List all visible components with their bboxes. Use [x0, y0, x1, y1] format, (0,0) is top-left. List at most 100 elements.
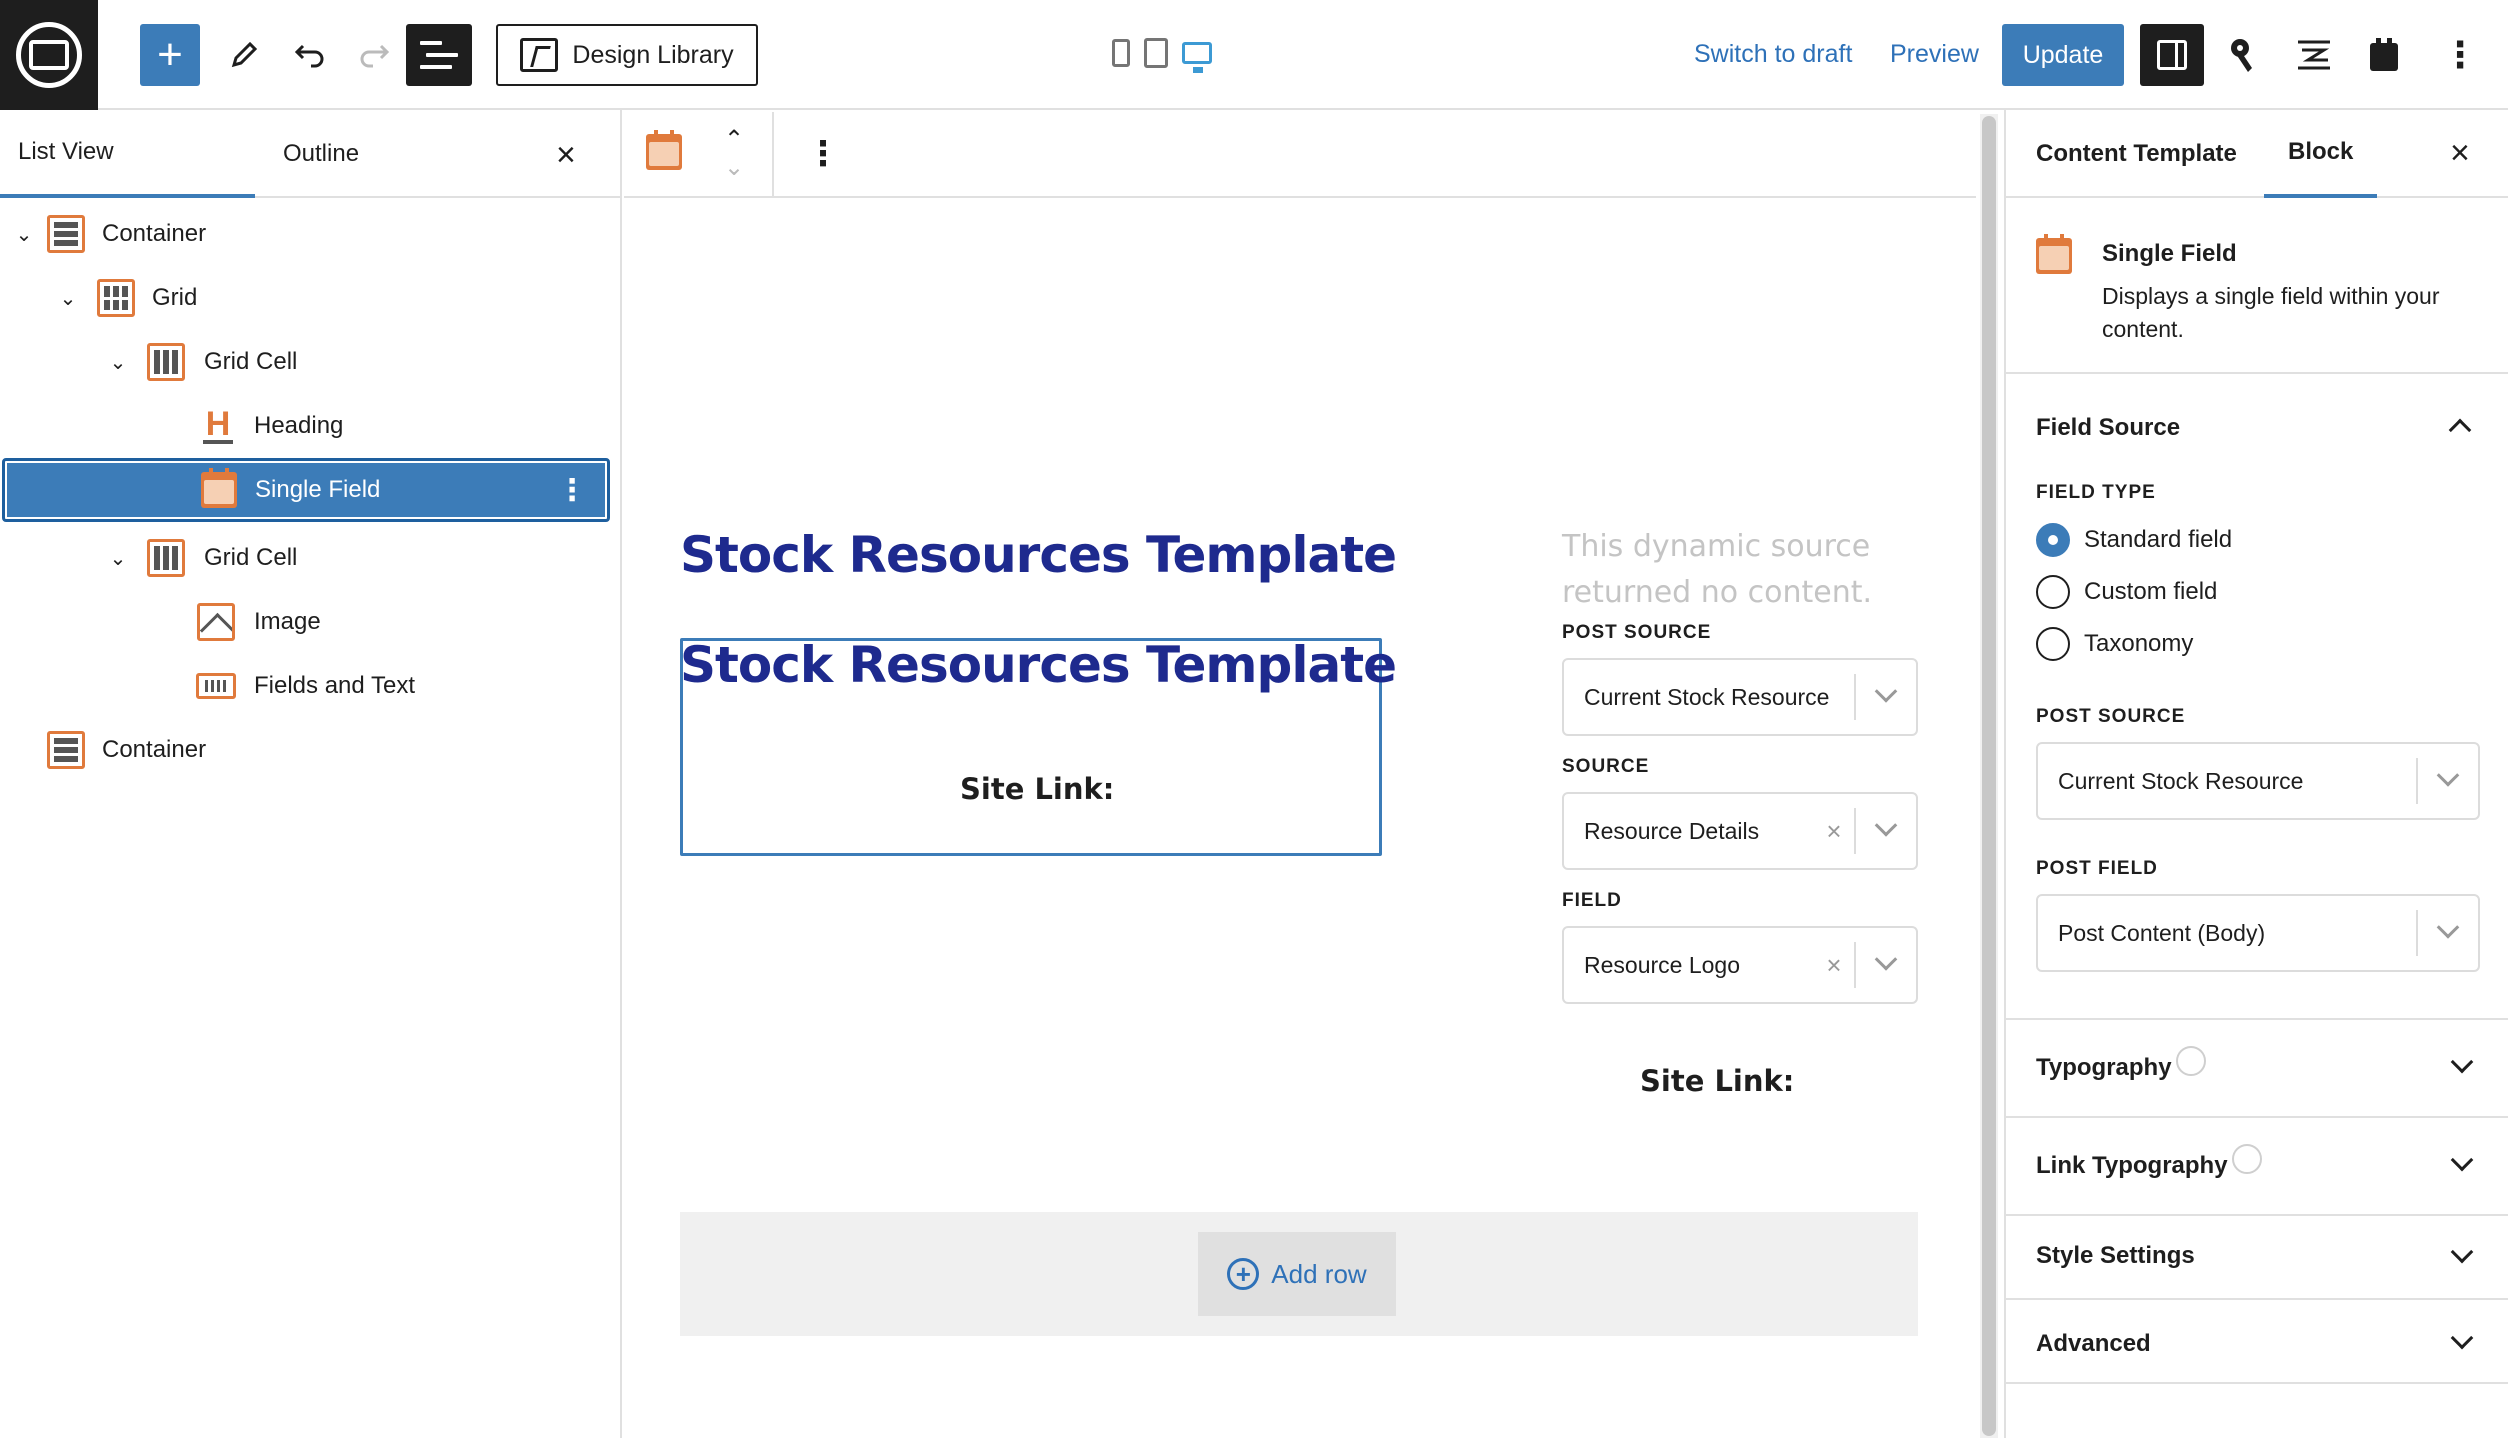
field-value: Resource Logo	[1584, 951, 1740, 978]
source-select[interactable]: Resource Details ×	[1562, 792, 1918, 870]
undo-icon	[294, 44, 324, 68]
kadence-icon-button[interactable]	[2216, 24, 2272, 86]
dynamic-source-message: This dynamic source returned no content.	[1562, 529, 1873, 610]
source-value: Resource Details	[1584, 817, 1760, 844]
tablet-preview-icon[interactable]	[1144, 38, 1168, 68]
radio-checked-icon[interactable]	[2036, 523, 2070, 557]
chevron-up-icon[interactable]	[2448, 418, 2472, 442]
template-heading[interactable]: Stock Resources Template	[680, 526, 1397, 584]
chevron-down-icon[interactable]: ⌄	[108, 350, 128, 375]
sidebar-post-field-select[interactable]: Post Content (Body)	[2036, 894, 2480, 972]
field-label: FIELD	[1562, 890, 1622, 911]
list-item-label: Container	[102, 736, 207, 763]
design-library-icon	[520, 38, 559, 72]
sidebar-post-source-select[interactable]: Current Stock Resource	[2036, 742, 2480, 820]
update-button[interactable]: Update	[2002, 24, 2124, 86]
block-options-icon[interactable]: ⋮	[557, 473, 587, 508]
redo-button[interactable]	[346, 24, 402, 86]
list-item[interactable]: ⌄ Grid	[0, 266, 612, 330]
list-item[interactable]: Container	[0, 718, 612, 782]
tab-list-view[interactable]: List View	[0, 110, 255, 198]
list-item[interactable]: ⌄ Grid Cell	[0, 526, 612, 590]
pencil-tools-button[interactable]	[216, 24, 272, 86]
panel-style-settings[interactable]: Style Settings	[2006, 1214, 2508, 1298]
desktop-preview-icon[interactable]	[1182, 42, 1212, 73]
clear-icon[interactable]: ×	[1814, 950, 1854, 981]
radio-unchecked-icon[interactable]	[2036, 575, 2070, 609]
plugin-button[interactable]	[2356, 24, 2412, 86]
editor-top-bar: + Design Library Switch to draft Preview…	[0, 0, 2508, 110]
switch-to-draft-button[interactable]: Switch to draft	[1694, 40, 1852, 69]
single-field-icon	[2036, 234, 2072, 274]
list-item[interactable]: ⌄ Container	[0, 202, 612, 266]
list-item[interactable]: ⌄ Grid Cell	[0, 330, 612, 394]
kadence-blocks-button[interactable]	[2286, 24, 2342, 86]
list-item-label: Single Field	[255, 476, 381, 503]
undo-button[interactable]	[282, 24, 338, 86]
mobile-preview-icon[interactable]	[1112, 39, 1130, 67]
canvas-scrollbar[interactable]	[1980, 114, 1998, 1438]
sidebar-tabs: Content Template Block ×	[2006, 110, 2508, 198]
site-logo-button[interactable]	[0, 0, 98, 110]
tab-content-template[interactable]: Content Template	[2036, 110, 2237, 198]
move-down-button[interactable]: ⌄	[714, 154, 754, 182]
panel-advanced[interactable]: Advanced	[2006, 1298, 2508, 1384]
block-options-button[interactable]: ⋮	[806, 134, 840, 174]
add-row-button[interactable]: + Add row	[1198, 1232, 1396, 1316]
chevron-down-icon	[2436, 764, 2460, 787]
chevron-down-icon[interactable]: ⌄	[108, 546, 128, 571]
preview-button[interactable]: Preview	[1890, 40, 1979, 69]
panel-link-typography[interactable]: Link Typography	[2006, 1116, 2508, 1214]
chevron-down-icon	[1874, 814, 1898, 837]
radio-unchecked-icon[interactable]	[2036, 627, 2070, 661]
toolbar-divider	[772, 112, 774, 198]
site-icon	[16, 22, 82, 88]
list-item[interactable]: H Heading	[0, 394, 612, 458]
radio-taxonomy[interactable]: Taxonomy	[2036, 624, 2193, 664]
post-source-label: POST SOURCE	[1562, 622, 1712, 643]
kadence-blocks-icon	[2298, 40, 2330, 70]
radio-standard-field[interactable]: Standard field	[2036, 520, 2232, 560]
block-type-button[interactable]	[646, 130, 682, 170]
block-card-description: Displays a single field within your cont…	[2102, 283, 2440, 342]
post-source-select[interactable]: Current Stock Resource	[1562, 658, 1918, 736]
radio-label: Custom field	[2084, 578, 2218, 605]
close-sidebar-button[interactable]: ×	[2450, 136, 2470, 170]
list-view-tabs: List View Outline ×	[0, 110, 620, 198]
design-library-label: Design Library	[572, 40, 734, 69]
field-select[interactable]: Resource Logo ×	[1562, 926, 1918, 1004]
settings-toggle-button[interactable]	[2140, 24, 2204, 86]
chevron-down-icon	[2450, 1240, 2474, 1264]
list-item-selected[interactable]: Single Field ⋮	[2, 458, 610, 522]
chevron-down-icon[interactable]: ⌄	[58, 286, 78, 311]
options-more-button[interactable]: ⋮	[2432, 24, 2488, 86]
indicator-dot-icon	[2175, 1046, 2206, 1076]
radio-label: Standard field	[2084, 526, 2233, 553]
radio-custom-field[interactable]: Custom field	[2036, 572, 2217, 612]
post-field-label: POST FIELD	[2036, 858, 2158, 879]
grid-cell-icon	[147, 539, 185, 577]
document-overview-button[interactable]	[406, 24, 472, 86]
chevron-down-icon	[2450, 1148, 2474, 1172]
list-item[interactable]: Image	[0, 590, 612, 654]
list-item[interactable]: Fields and Text	[0, 654, 612, 718]
design-library-button[interactable]: Design Library	[496, 24, 758, 86]
block-toolbar: ⌃ ⌄ ⋮	[624, 112, 1976, 198]
settings-sidebar: Content Template Block × Single Field Di…	[2004, 110, 2508, 1438]
chevron-down-icon[interactable]: ⌄	[14, 222, 34, 247]
move-up-button[interactable]: ⌃	[714, 126, 754, 154]
tab-block[interactable]: Block	[2264, 110, 2378, 198]
panel-typography[interactable]: Typography	[2006, 1018, 2508, 1116]
image-icon	[197, 603, 235, 641]
block-inserter-button[interactable]: +	[140, 24, 200, 86]
close-list-view-button[interactable]: ×	[556, 138, 576, 172]
keyhole-icon	[2231, 39, 2252, 72]
chevron-down-icon	[1874, 680, 1898, 703]
tab-outline[interactable]: Outline	[255, 110, 510, 198]
scrollbar-thumb[interactable]	[1982, 116, 1996, 1436]
single-field-heading[interactable]: Stock Resources Template	[680, 636, 1397, 694]
field-source-title[interactable]: Field Source	[2036, 414, 2180, 442]
editor-canvas: Stock Resources Template Stock Resources…	[624, 198, 1976, 1438]
field-type-label: FIELD TYPE	[2036, 482, 2156, 503]
clear-icon[interactable]: ×	[1814, 816, 1854, 847]
